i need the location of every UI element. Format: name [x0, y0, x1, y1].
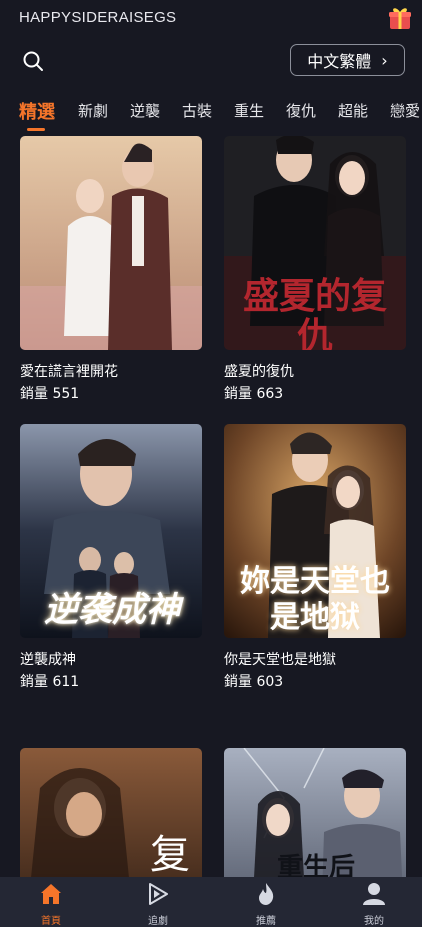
flame-icon: [259, 883, 274, 905]
drama-card[interactable]: 重生后: [224, 748, 406, 877]
svg-text:复: 复: [150, 832, 190, 877]
nav-home[interactable]: 首頁: [21, 881, 81, 927]
language-selector-button[interactable]: 中文繁體 ›: [290, 44, 405, 76]
tab-rebirth[interactable]: 重生: [234, 100, 264, 121]
drama-poster[interactable]: 妳是天堂也是地狱: [224, 424, 406, 638]
svg-text:重生后: 重生后: [277, 853, 355, 877]
drama-card[interactable]: 盛夏的复仇 盛夏的復仇 銷量 663: [224, 136, 406, 403]
gift-icon[interactable]: [387, 5, 413, 31]
drama-card[interactable]: 复: [20, 748, 202, 877]
nav-label: 我的: [364, 916, 384, 927]
drama-title: 你是天堂也是地獄: [224, 652, 336, 668]
drama-card[interactable]: 妳是天堂也是地狱 你是天堂也是地獄 銷量 603: [224, 424, 406, 691]
language-label: 中文繁體: [307, 52, 372, 71]
home-icon: [41, 884, 61, 904]
drama-title: 逆襲成神: [20, 652, 76, 668]
nav-recommend[interactable]: 推薦: [236, 881, 296, 927]
drama-poster[interactable]: 逆袭成神: [20, 424, 202, 638]
poster-title-art: 妳是天堂也是地狱: [240, 564, 390, 635]
poster-image: [20, 136, 202, 350]
drama-poster[interactable]: 复: [20, 748, 202, 877]
poster-title-art: 逆袭成神: [44, 590, 180, 630]
nav-label: 推薦: [256, 916, 276, 927]
drama-grid: 愛在謊言裡開花 銷量 551 盛夏的复仇 盛夏的復仇 銷量 663 逆袭成神 逆…: [0, 136, 422, 877]
tab-superpower[interactable]: 超能: [338, 100, 368, 121]
drama-sales: 銷量 611: [20, 674, 80, 690]
search-row: 中文繁體 ›: [0, 42, 422, 82]
poster-title-art: 盛夏的复仇: [242, 275, 387, 350]
drama-title: 盛夏的復仇: [224, 364, 294, 380]
drama-sales: 銷量 551: [20, 386, 80, 402]
drama-sales: 銷量 603: [224, 674, 284, 690]
tab-new[interactable]: 新劇: [78, 100, 108, 121]
poster-image: 复: [20, 748, 202, 877]
drama-poster[interactable]: 盛夏的复仇: [224, 136, 406, 350]
tab-comeback[interactable]: 逆襲: [130, 100, 160, 121]
drama-poster[interactable]: [20, 136, 202, 350]
tab-costume[interactable]: 古裝: [182, 100, 212, 121]
brand-name: HAPPYSIDERAISEGS: [19, 9, 177, 26]
drama-card[interactable]: 愛在謊言裡開花 銷量 551: [20, 136, 202, 403]
nav-label: 首頁: [41, 916, 61, 927]
active-tab-indicator: [27, 128, 45, 131]
drama-card[interactable]: 逆袭成神 逆襲成神 銷量 611: [20, 424, 202, 691]
tab-featured[interactable]: 精選: [19, 98, 55, 124]
category-tabs: 精選 新劇 逆襲 古裝 重生 復仇 超能 戀愛: [0, 96, 422, 132]
search-icon[interactable]: [22, 50, 44, 72]
tab-romance[interactable]: 戀愛: [390, 100, 420, 121]
drama-sales: 銷量 663: [224, 386, 284, 402]
nav-profile[interactable]: 我的: [344, 881, 404, 927]
user-icon: [363, 883, 385, 905]
drama-poster[interactable]: 重生后: [224, 748, 406, 877]
drama-title: 愛在謊言裡開花: [20, 364, 118, 380]
bottom-navigation: 首頁 追劇 推薦 我的: [0, 877, 422, 927]
nav-following[interactable]: 追劇: [128, 881, 188, 927]
chevron-right-icon: ›: [381, 50, 388, 70]
play-icon: [149, 883, 168, 905]
nav-label: 追劇: [148, 916, 168, 927]
poster-image: 重生后: [224, 748, 406, 877]
tab-revenge[interactable]: 復仇: [286, 100, 316, 121]
top-bar: HAPPYSIDERAISEGS: [0, 0, 422, 38]
